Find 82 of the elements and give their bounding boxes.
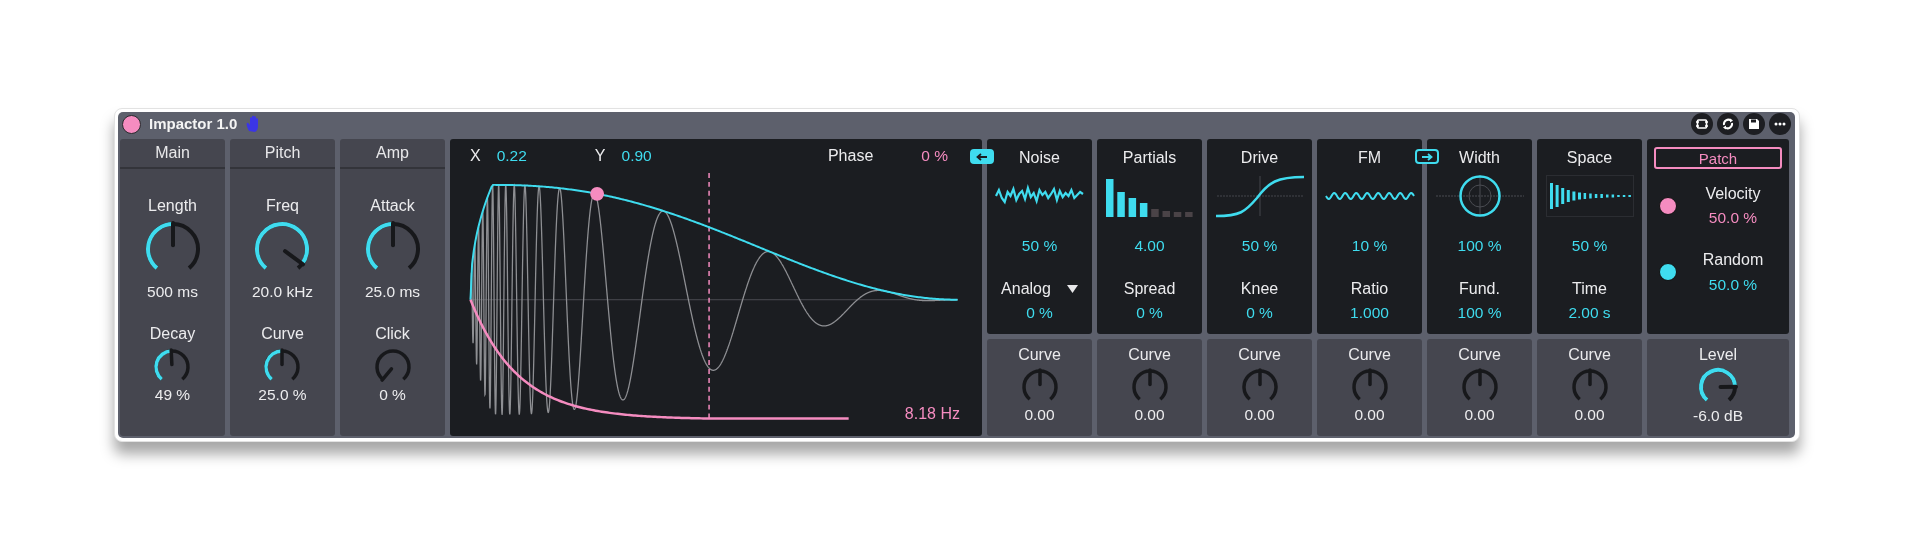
- knob-label: Curve: [1568, 346, 1611, 365]
- frame-icon: [1694, 116, 1710, 132]
- y-value: 0.90: [621, 146, 652, 165]
- mod-label: Velocity: [1705, 185, 1761, 204]
- module-value: 50 %: [1241, 237, 1278, 256]
- section-title: Pitch: [230, 139, 335, 169]
- x-value: 0.22: [496, 146, 527, 165]
- refresh-button[interactable]: [1717, 113, 1739, 135]
- module-title: Width: [1459, 149, 1500, 168]
- knob-label: Freq: [266, 197, 299, 216]
- knob-label: Click: [375, 325, 410, 344]
- module-title: Drive: [1240, 149, 1279, 168]
- axis-label: Y: [594, 146, 606, 165]
- module-value: 4.00: [1134, 237, 1165, 256]
- frequency-value: 8.18 Hz: [904, 404, 960, 424]
- knob-label: Curve: [1458, 346, 1501, 365]
- knob-label: Curve: [1348, 346, 1391, 365]
- mod-dot[interactable]: [1659, 197, 1677, 216]
- knob-label: Length: [148, 197, 197, 216]
- knob-value: 20.0 kHz: [251, 283, 314, 302]
- mod-value: 50.0 %: [1708, 209, 1758, 228]
- arrow-right-icon: [1420, 151, 1434, 162]
- module-title: Noise: [1019, 149, 1060, 168]
- param-value: 1.000: [1350, 303, 1389, 322]
- module-title: Partials: [1122, 149, 1177, 168]
- knob-label: Decay: [149, 325, 196, 344]
- knob-value: 0.00: [1574, 406, 1605, 425]
- knob-value: 0.00: [1024, 406, 1055, 425]
- knob-value: 0.00: [1354, 406, 1385, 425]
- save-icon: [1746, 116, 1762, 132]
- param-value: 0 %: [1246, 303, 1273, 322]
- param-label: Knee: [1240, 280, 1279, 299]
- refresh-icon: [1720, 116, 1736, 132]
- knob-label: Attack: [370, 197, 415, 216]
- knob-label: Level: [1698, 346, 1738, 365]
- frame-button[interactable]: [1691, 113, 1713, 135]
- arrow-left-icon: [975, 151, 989, 162]
- section-title: Amp: [340, 139, 445, 169]
- knob-value: 500 ms: [147, 283, 198, 302]
- param-label: Time: [1572, 280, 1607, 299]
- module-title: FM: [1357, 149, 1382, 168]
- knob-value: 0.00: [1464, 406, 1495, 425]
- knob-value: 25.0 %: [258, 385, 307, 404]
- module-title: Space: [1566, 149, 1613, 168]
- param-value: 2.00 s: [1568, 303, 1611, 322]
- mod-value: 50.0 %: [1708, 275, 1758, 294]
- caret-icon: [1066, 284, 1078, 295]
- knob-value: 25.0 ms: [364, 283, 421, 302]
- knob-label: Curve: [261, 325, 304, 344]
- save-button[interactable]: [1743, 113, 1765, 135]
- device-title: Impactor 1.0: [149, 113, 238, 134]
- knob-label: Curve: [1238, 346, 1281, 365]
- link-toggle[interactable]: [1415, 149, 1439, 164]
- patch-button[interactable]: Patch: [1654, 147, 1782, 169]
- knob-value: 49 %: [154, 385, 191, 404]
- section-title: Main: [120, 139, 225, 169]
- module-value: 50 %: [1021, 237, 1058, 256]
- param-label: Spread: [1123, 280, 1176, 299]
- phase-label: Phase: [827, 146, 874, 165]
- dropdown[interactable]: Analog: [1001, 280, 1078, 299]
- knob-value: 0.00: [1244, 406, 1275, 425]
- knob-label: Curve: [1128, 346, 1171, 365]
- axis-label: X: [470, 146, 481, 165]
- knob-value: 0.00: [1134, 406, 1165, 425]
- more-button[interactable]: [1769, 113, 1791, 135]
- param-value: 100 %: [1457, 303, 1502, 322]
- power-toggle[interactable]: [122, 114, 141, 134]
- param-label: Fund.: [1459, 280, 1500, 299]
- module-value: 100 %: [1457, 237, 1502, 256]
- knob-value: 0 %: [379, 385, 406, 404]
- phase-value: 0 %: [921, 146, 948, 165]
- envelope-handle[interactable]: [590, 186, 605, 201]
- param-value: 0 %: [1026, 303, 1053, 322]
- knob-label: Curve: [1018, 346, 1061, 365]
- mod-dot[interactable]: [1659, 263, 1677, 282]
- link-toggle[interactable]: [970, 149, 994, 164]
- mod-label: Random: [1702, 251, 1764, 270]
- module-value: 10 %: [1351, 237, 1388, 256]
- module-value: 50 %: [1571, 237, 1608, 256]
- param-label: Ratio: [1350, 280, 1389, 299]
- param-value: 0 %: [1136, 303, 1163, 322]
- knob-value: -6.0 dB: [1693, 407, 1743, 426]
